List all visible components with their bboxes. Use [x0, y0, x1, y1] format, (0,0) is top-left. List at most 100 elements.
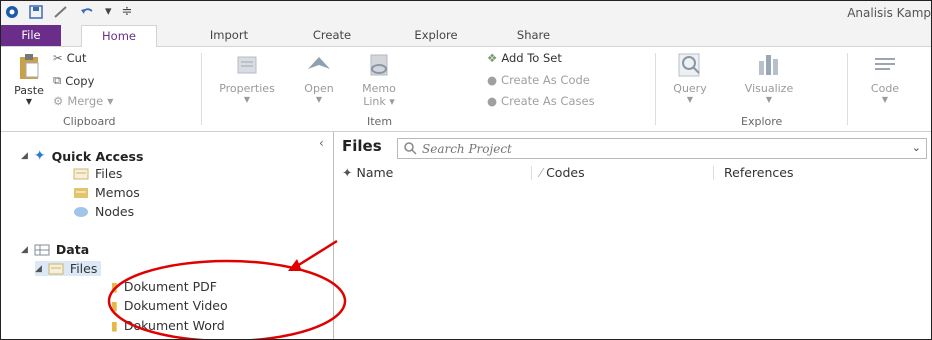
- data-files-label: Files: [69, 261, 98, 276]
- memo-link-text: Link: [363, 95, 386, 108]
- folder-dokument-video[interactable]: ▮ Dokument Video: [111, 298, 228, 313]
- expand-toggle-icon[interactable]: ◢: [21, 245, 28, 255]
- edit-icon[interactable]: [53, 5, 69, 19]
- query-dropdown-icon: ▼: [686, 95, 694, 104]
- tab-import[interactable]: Import: [199, 25, 259, 46]
- data-icon: [34, 244, 50, 255]
- paste-dropdown-icon: ▼: [25, 97, 33, 106]
- nodes-icon: [74, 206, 88, 217]
- paste-button[interactable]: Paste ▼: [7, 51, 51, 106]
- memo-label: Memo: [362, 82, 396, 95]
- quick-access-icon: ✦: [33, 148, 46, 164]
- folder-dokument-word[interactable]: ▮ Dokument Word: [111, 318, 225, 333]
- tab-create[interactable]: Create: [302, 25, 362, 46]
- memo-link-icon: [370, 54, 388, 76]
- tab-share[interactable]: Share: [506, 25, 561, 46]
- scissors-icon: ✂: [53, 51, 63, 65]
- ribbon-separator: [847, 53, 848, 125]
- column-header: ✦ Name ⁄ Codes References: [342, 163, 931, 183]
- create-as-cases-button[interactable]: ● Create As Cases: [487, 94, 595, 108]
- cut-label: Cut: [66, 51, 87, 65]
- undo-dropdown-icon[interactable]: ▾: [105, 4, 112, 19]
- search-input[interactable]: [420, 139, 894, 158]
- nav-item-nodes[interactable]: Nodes: [73, 204, 134, 219]
- nav-data-files[interactable]: ◢ Files: [35, 261, 102, 276]
- tab-explore[interactable]: Explore: [401, 25, 471, 46]
- code-icon: [875, 58, 895, 70]
- properties-icon: [237, 56, 257, 74]
- explore-group-label: Explore: [741, 115, 783, 128]
- memos-label: Memos: [95, 185, 140, 200]
- folder-dokument-pdf[interactable]: ▮ Dokument PDF: [111, 279, 217, 294]
- sort-icon: ⁄: [540, 165, 543, 180]
- column-name-label: Name: [356, 165, 394, 180]
- save-icon[interactable]: [29, 4, 43, 19]
- create-cases-icon: ●: [487, 94, 498, 108]
- window-title: Analisis Kamp: [847, 6, 931, 20]
- ribbon-separator: [655, 53, 656, 125]
- undo-icon[interactable]: [79, 5, 95, 19]
- nav-item-files[interactable]: Files: [73, 166, 122, 181]
- folder-label: Dokument Word: [123, 318, 225, 333]
- copy-icon: ⧉: [53, 73, 62, 87]
- customize-toolbar-icon[interactable]: ≑: [122, 4, 133, 19]
- open-label: Open: [304, 82, 334, 95]
- add-to-set-button[interactable]: ❖ Add To Set: [487, 51, 562, 65]
- clipboard-group-label: Clipboard: [63, 115, 116, 128]
- search-dropdown-icon[interactable]: ⌄: [912, 141, 921, 154]
- column-codes[interactable]: ⁄ Codes: [532, 163, 714, 183]
- merge-icon: ⚙: [53, 94, 64, 108]
- column-codes-label: Codes: [546, 165, 585, 180]
- copy-label: Copy: [65, 73, 95, 88]
- add-to-set-label: Add To Set: [501, 51, 562, 65]
- memo-link-button[interactable]: Memo Link ▾: [357, 51, 401, 108]
- open-icon: [308, 57, 330, 69]
- files-label: Files: [95, 166, 123, 181]
- paste-label: Paste: [14, 84, 44, 97]
- tab-home[interactable]: Home: [81, 25, 157, 48]
- search-box[interactable]: ⌄: [397, 138, 927, 159]
- properties-button[interactable]: Properties ▼: [213, 51, 281, 104]
- folder-label: Dokument PDF: [123, 279, 217, 294]
- nodes-label: Nodes: [95, 204, 135, 219]
- paste-icon: [20, 54, 39, 79]
- app-logo-icon[interactable]: [5, 5, 19, 19]
- nav-item-memos[interactable]: Memos: [73, 185, 140, 200]
- memos-icon: [74, 187, 88, 198]
- bar-chart-icon: [759, 55, 778, 75]
- code-label: Code: [870, 82, 900, 95]
- expand-toggle-icon[interactable]: ◢: [35, 264, 42, 274]
- visualize-label: Visualize: [744, 82, 794, 95]
- code-button[interactable]: Code ▼: [865, 51, 905, 104]
- tab-file[interactable]: File: [1, 25, 61, 46]
- properties-label: Properties: [219, 82, 275, 95]
- properties-dropdown-icon: ▼: [243, 95, 251, 104]
- list-view-panel: Files ⌄ ✦ Name ⁄ Codes References: [334, 132, 931, 339]
- data-label: Data: [55, 242, 90, 257]
- ribbon-separator: [201, 53, 202, 125]
- column-references[interactable]: References: [714, 163, 924, 183]
- visualize-button[interactable]: Visualize ▼: [739, 51, 799, 104]
- merge-dropdown-icon: ▼: [107, 96, 114, 106]
- expand-toggle-icon[interactable]: ◢: [21, 151, 28, 161]
- create-code-icon: ●: [487, 73, 498, 87]
- query-button[interactable]: Query ▼: [667, 51, 713, 104]
- column-references-label: References: [724, 165, 794, 180]
- copy-button[interactable]: ⧉ Copy: [53, 73, 94, 88]
- ribbon: Paste ▼ ✂ Cut ⧉ Copy ⚙ Merge ▼ Clipboard…: [1, 47, 931, 132]
- nav-data[interactable]: ◢ Data: [21, 242, 89, 257]
- nav-quick-access[interactable]: ◢ ✦ Quick Access: [21, 148, 143, 164]
- open-dropdown-icon: ▼: [315, 95, 323, 104]
- column-name[interactable]: ✦ Name: [342, 163, 532, 183]
- cut-button[interactable]: ✂ Cut: [53, 51, 86, 65]
- create-as-code-label: Create As Code: [501, 73, 590, 87]
- code-dropdown-icon: ▼: [881, 95, 889, 104]
- merge-label: Merge: [67, 94, 104, 108]
- folder-icon: ▮: [111, 318, 118, 333]
- quick-access-toolbar: ▾ ≑: [5, 4, 132, 19]
- open-button[interactable]: Open ▼: [297, 51, 341, 104]
- collapse-pane-icon[interactable]: ‹: [319, 136, 324, 150]
- merge-button[interactable]: ⚙ Merge ▼: [53, 94, 113, 108]
- create-as-code-button[interactable]: ● Create As Code: [487, 73, 590, 87]
- navigation-pane: ‹ ◢ ✦ Quick Access Files Memos Nodes ◢ D…: [1, 132, 334, 339]
